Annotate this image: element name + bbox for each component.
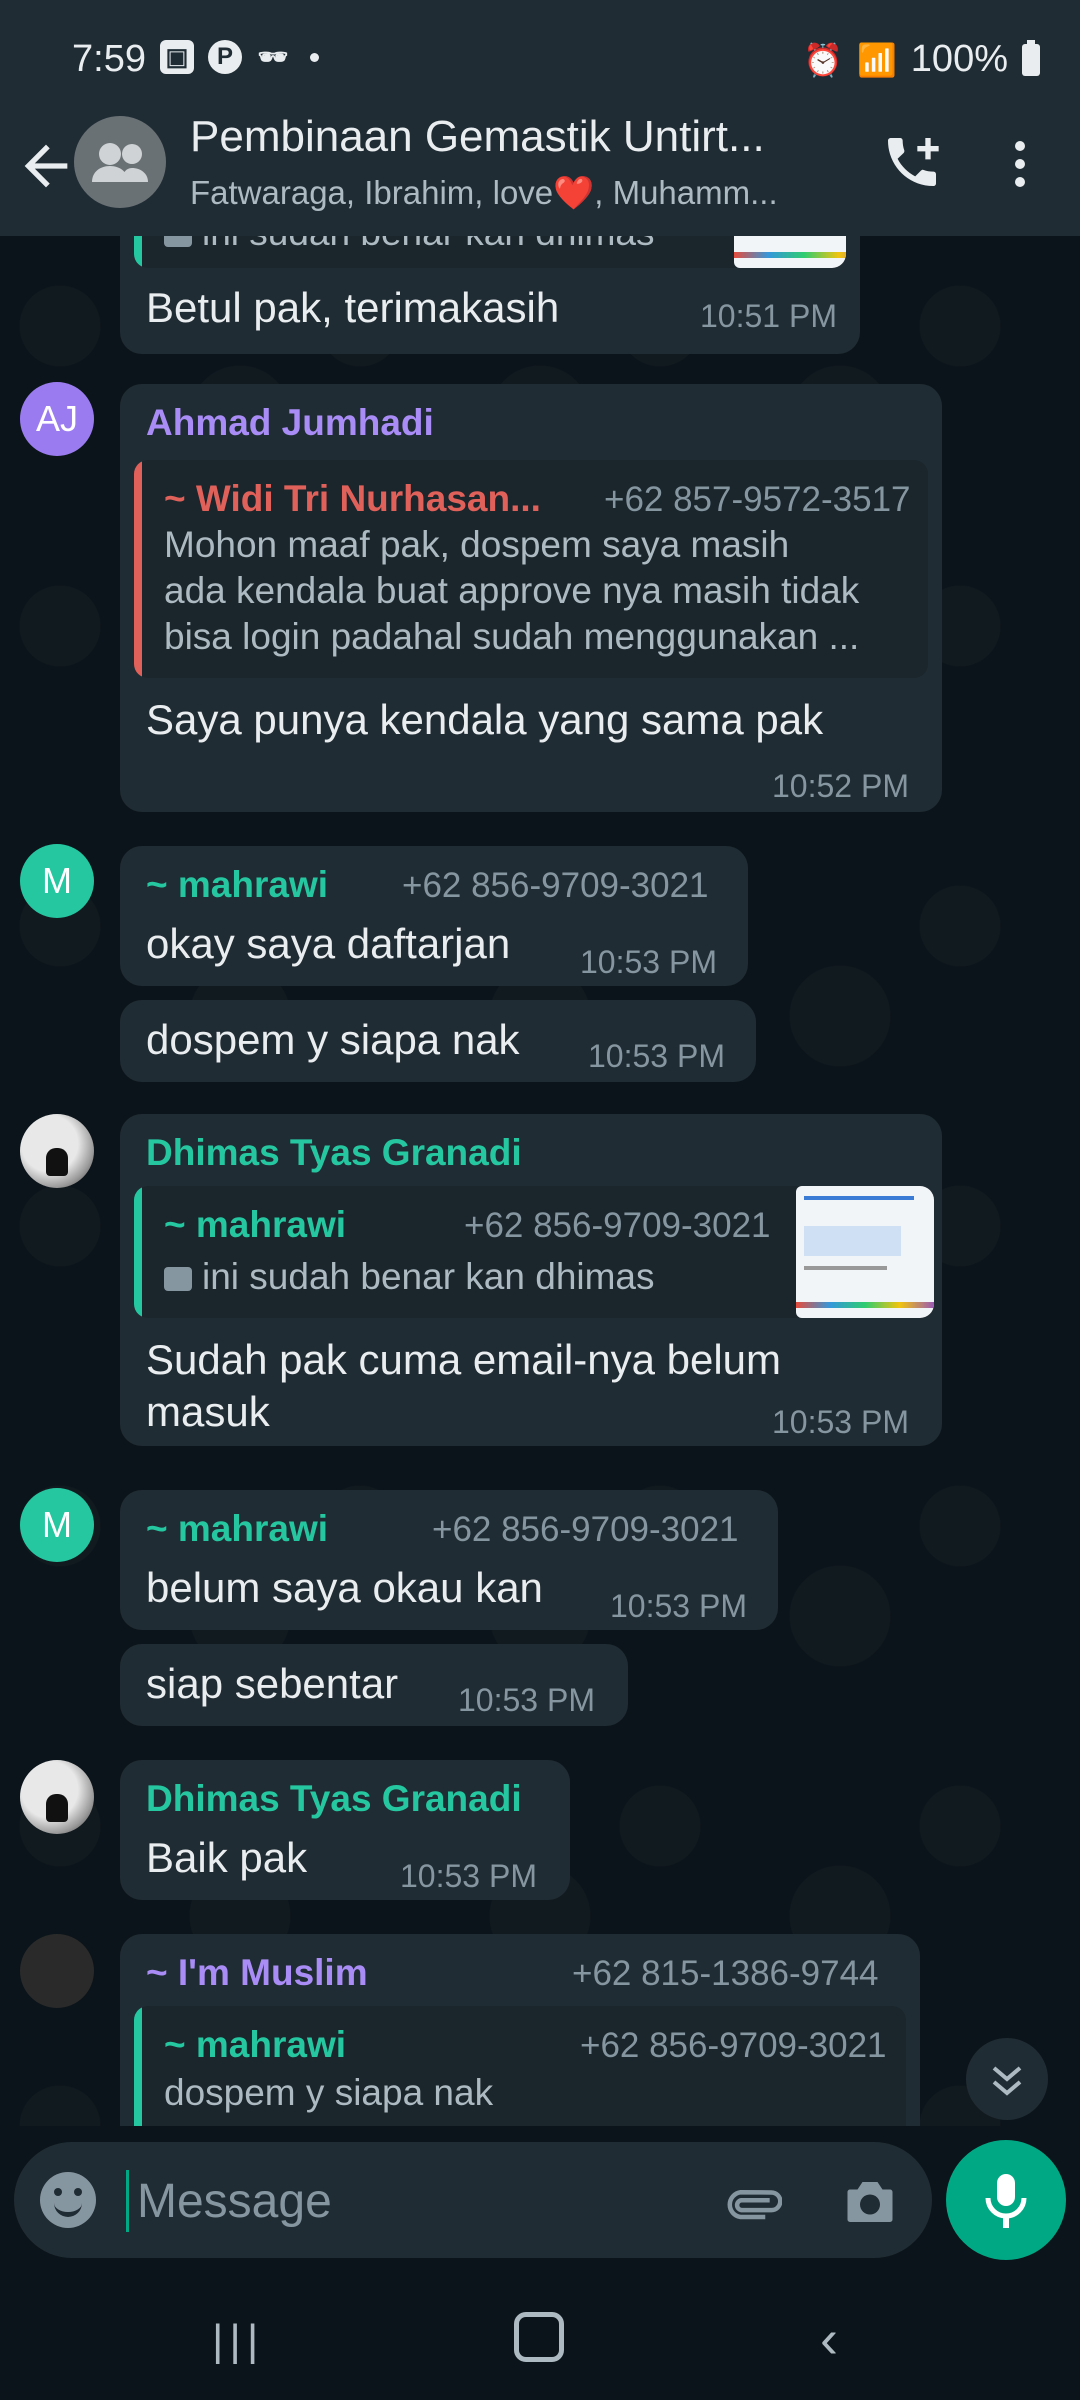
scroll-to-bottom-button[interactable] [966,2038,1048,2120]
quoted-message[interactable]: ini sudah benar kan dhimas [134,236,846,268]
recent-apps-icon[interactable]: ||| [212,2316,264,2366]
notification-icons: ▣ P 🕶 [160,40,319,74]
sender-avatar[interactable] [20,1114,94,1188]
more-options-icon[interactable] [1000,132,1040,196]
message-bubble[interactable]: Ahmad Jumhadi ~ Widi Tri Nurhasan... +62… [120,384,942,812]
message-text: Betul pak, terimakasih [146,284,560,331]
sender-phone: +62 856-9709-3021 [402,866,709,905]
gallery-icon: ▣ [160,40,194,74]
sender-avatar[interactable]: M [20,844,94,918]
message-time: 10:53 PM [458,1682,595,1718]
group-members[interactable]: Fatwaraga, Ibrahim, love❤️, Muhamm... [190,174,840,213]
message-bubble[interactable]: Dhimas Tyas Granadi Baik pak 10:53 PM [120,1760,570,1900]
quote-text: ini sudah benar kan dhimas [164,1254,655,1300]
message-text: Saya punya kendala yang sama pak [146,696,824,743]
message-time: 10:52 PM [772,768,909,804]
message-text: belum saya okau kan [146,1564,543,1611]
message-time: 10:53 PM [588,1038,725,1074]
chat-messages[interactable]: ini sudah benar kan dhimas Betul pak, te… [0,236,1080,2126]
double-chevron-down-icon [992,2066,1022,2096]
status-bar: 7:59 ▣ P 🕶 ⏰ 📶 100% [0,0,1080,118]
sender-avatar[interactable]: M [20,1488,94,1562]
message-input[interactable] [126,2170,699,2232]
message-text: Baik pak [146,1834,308,1881]
sender-phone: +62 815-1386-9744 [572,1954,879,1993]
back-arrow-icon[interactable] [14,134,78,198]
sender-avatar[interactable] [20,1934,94,2008]
battery-label: 100% [910,38,1008,80]
chat-header: Pembinaan Gemastik Untirt... Fatwaraga, … [0,104,1080,236]
message-time: 10:53 PM [400,1858,537,1894]
sender-avatar[interactable] [20,1760,94,1834]
message-text: dospem y siapa nak [146,1016,520,1063]
quote-bar [134,1186,142,1318]
pinterest-icon: P [208,40,242,74]
message-bubble[interactable]: siap sebentar 10:53 PM [120,1644,628,1726]
quote-text: dospem y siapa nak [164,2072,494,2113]
sender-phone: +62 856-9709-3021 [432,1510,739,1549]
quote-sender: ~ mahrawi [164,2024,347,2065]
status-time: 7:59 [72,38,146,80]
sender-name[interactable]: Ahmad Jumhadi [146,402,434,444]
message-text: siap sebentar [146,1660,399,1707]
message-time: 10:51 PM [700,298,837,334]
quote-phone: +62 856-9709-3021 [464,1206,771,1245]
quote-text: Mohon maaf pak, dospem saya masih ada ke… [164,524,860,657]
sender-name[interactable]: ~ mahrawi [146,864,328,906]
message-bubble[interactable]: ~ mahrawi +62 856-9709-3021 okay saya da… [120,846,748,986]
image-icon [164,236,192,248]
battery-icon [1022,39,1040,76]
quote-sender: ~ mahrawi [164,1204,347,1245]
quoted-message[interactable]: ~ mahrawi +62 856-9709-3021 dospem y sia… [134,2006,906,2126]
quote-phone: +62 857-9572-3517 [604,480,911,519]
sender-name[interactable]: Dhimas Tyas Granadi [146,1132,522,1174]
group-icon [92,143,148,182]
nav-back-icon[interactable]: ‹ [820,2308,838,2370]
camera-icon[interactable] [840,2174,900,2230]
attach-icon[interactable] [722,2172,783,2232]
emoji-icon[interactable] [40,2172,96,2228]
quoted-message[interactable]: ~ mahrawi +62 856-9709-3021 ini sudah be… [134,1186,934,1318]
message-bubble[interactable]: ~ I'm Muslim +62 815-1386-9744 ~ mahrawi… [120,1934,920,2126]
system-navigation-bar: ||| ‹ [0,2268,1080,2400]
home-icon[interactable] [514,2312,564,2362]
message-time: 10:53 PM [772,1404,909,1440]
message-bubble[interactable]: Dhimas Tyas Granadi ~ mahrawi +62 856-97… [120,1114,942,1446]
message-text: Sudah pak cuma email-nya belum masuk [146,1336,782,1435]
voice-message-button[interactable] [946,2140,1066,2260]
group-avatar[interactable] [74,116,166,208]
sender-name[interactable]: ~ mahrawi [146,1508,328,1550]
quote-bar [134,460,142,678]
add-call-icon[interactable] [880,130,944,194]
image-icon [164,1267,192,1292]
quote-phone: +62 856-9709-3021 [580,2026,887,2065]
more-notifications-dot [310,53,319,62]
quote-thumbnail [796,1186,934,1318]
message-bubble[interactable]: dospem y siapa nak 10:53 PM [120,1000,756,1082]
quote-bar [134,236,142,268]
system-icons: ⏰ 📶 100% [803,38,1040,81]
quote-sender: ~ Widi Tri Nurhasan... [164,478,541,519]
quoted-message[interactable]: ~ Widi Tri Nurhasan... +62 857-9572-3517… [134,460,928,678]
message-time: 10:53 PM [580,944,717,980]
quote-thumbnail [734,236,846,268]
incognito-icon: 🕶 [257,43,289,71]
message-bubble[interactable]: ~ mahrawi +62 856-9709-3021 belum saya o… [120,1490,778,1630]
sender-avatar[interactable]: AJ [20,382,94,456]
message-composer [14,2142,932,2258]
message-time: 10:53 PM [610,1588,747,1624]
message-bubble[interactable]: ini sudah benar kan dhimas Betul pak, te… [120,236,860,354]
quote-bar [134,2006,142,2126]
alarm-icon: ⏰ [803,41,843,78]
wifi-icon: 📶 [856,41,897,78]
quote-text: ini sudah benar kan dhimas [164,236,655,256]
message-text: okay saya daftarjan [146,920,511,967]
sender-name[interactable]: ~ I'm Muslim [146,1952,368,1994]
group-title[interactable]: Pembinaan Gemastik Untirt... [190,112,840,162]
sender-name[interactable]: Dhimas Tyas Granadi [146,1778,522,1820]
microphone-icon [985,2174,1027,2228]
